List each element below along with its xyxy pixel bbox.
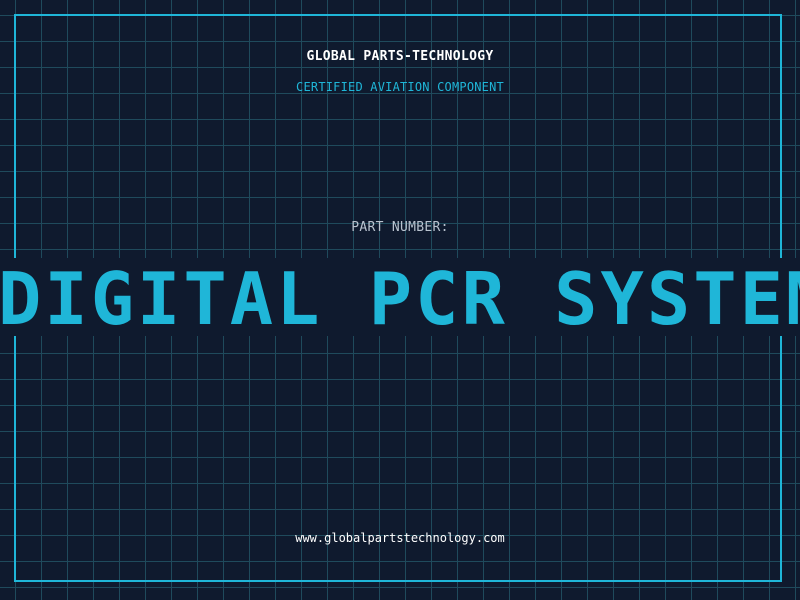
part-number-label: PART NUMBER: xyxy=(351,220,449,235)
brand-name: GLOBAL PARTS-TECHNOLOGY xyxy=(306,49,494,64)
part-number-value: DIGITAL PCR SYSTEM xyxy=(0,257,800,341)
certificate-card: GLOBAL PARTS-TECHNOLOGY CERTIFIED AVIATI… xyxy=(0,0,800,600)
website-link[interactable]: www.globalpartstechnology.com xyxy=(0,531,800,545)
certification-subtitle: CERTIFIED AVIATION COMPONENT xyxy=(296,80,504,94)
